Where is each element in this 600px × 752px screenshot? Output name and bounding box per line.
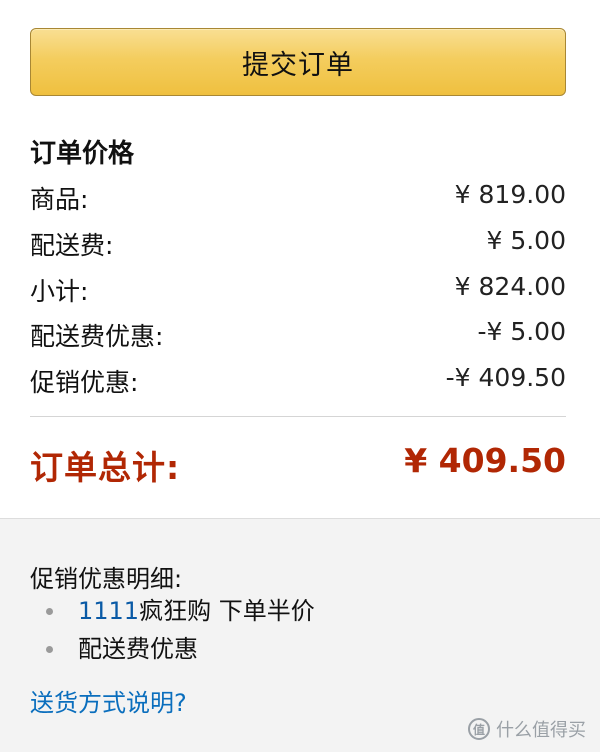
- price-row-value: ¥ 5.00: [486, 226, 566, 255]
- promo-list: 1111疯狂购 下单半价 配送费优惠: [44, 594, 315, 670]
- promo-details-title: 促销优惠明细:: [30, 565, 183, 593]
- price-row-promo-discount: 促销优惠: -¥ 409.50: [30, 363, 566, 399]
- order-total-value: ¥ 409.50: [404, 441, 566, 480]
- price-row-label: 商品:: [30, 185, 89, 214]
- price-row-value: -¥ 409.50: [445, 363, 566, 392]
- order-total-label: 订单总计:: [30, 448, 181, 487]
- price-row-subtotal: 小计: ¥ 824.00: [30, 272, 566, 308]
- promo-text: 配送费优惠: [78, 635, 198, 663]
- watermark: 值 什么值得买: [468, 716, 586, 742]
- list-item: 配送费优惠: [44, 632, 315, 670]
- summary-divider: [30, 416, 566, 417]
- bullet-icon: [46, 608, 53, 615]
- promo-text: 疯狂购 下单半价: [139, 597, 315, 625]
- price-row-items: 商品: ¥ 819.00: [30, 180, 566, 216]
- watermark-text: 什么值得买: [496, 720, 586, 741]
- submit-order-button[interactable]: 提交订单: [30, 28, 566, 96]
- price-row-shipping: 配送费: ¥ 5.00: [30, 226, 566, 262]
- price-row-label: 配送费优惠:: [30, 322, 164, 351]
- order-summary-panel: 提交订单 订单价格 商品: ¥ 819.00 配送费: ¥ 5.00 小计: ¥…: [0, 0, 600, 518]
- price-row-label: 小计:: [30, 277, 89, 306]
- price-row-shipping-discount: 配送费优惠: -¥ 5.00: [30, 317, 566, 353]
- price-row-value: ¥ 824.00: [454, 272, 566, 301]
- watermark-logo-icon: 值: [468, 718, 490, 740]
- shipping-method-link[interactable]: 送货方式说明?: [30, 683, 187, 718]
- promo-details-panel: 促销优惠明细: 1111疯狂购 下单半价 配送费优惠 送货方式说明? 值 什么值…: [0, 518, 600, 752]
- bullet-icon: [46, 646, 53, 653]
- promo-number: 1111: [78, 597, 140, 625]
- price-row-label: 配送费:: [30, 231, 114, 260]
- list-item: 1111疯狂购 下单半价: [44, 594, 315, 632]
- order-price-title: 订单价格: [30, 139, 135, 169]
- price-row-label: 促销优惠:: [30, 368, 139, 397]
- price-row-value: -¥ 5.00: [477, 317, 566, 346]
- price-row-value: ¥ 819.00: [454, 180, 566, 209]
